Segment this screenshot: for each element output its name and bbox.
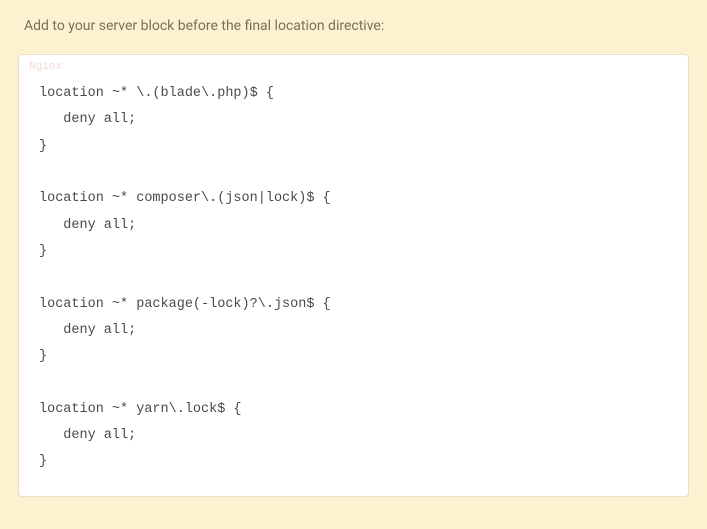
code-content: location ~* \.(blade\.php)$ { deny all; … (39, 81, 668, 476)
instruction-text: Add to your server block before the fina… (18, 18, 689, 34)
code-block: Nginx location ~* \.(blade\.php)$ { deny… (18, 54, 689, 497)
code-language-label: Nginx (29, 61, 668, 73)
